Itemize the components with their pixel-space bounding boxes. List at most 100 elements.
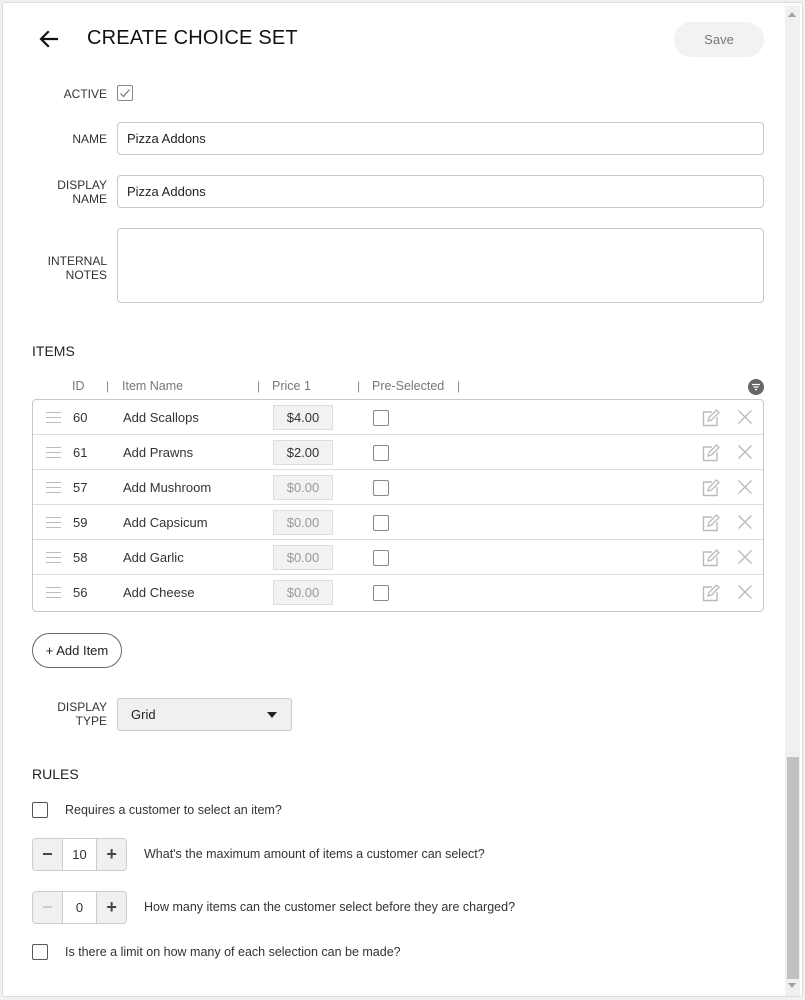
edit-icon[interactable] (701, 583, 721, 603)
limit-each-text: Is there a limit on how many of each sel… (65, 945, 401, 959)
vertical-scrollbar[interactable] (785, 6, 800, 996)
item-id: 59 (73, 515, 88, 530)
increment-button[interactable]: + (97, 892, 126, 923)
column-resize-handle[interactable]: | (106, 379, 109, 393)
items-table: 60 Add Scallops $4.00 61 Add Prawns $2.0… (32, 399, 764, 612)
item-price-field[interactable]: $4.00 (273, 405, 333, 430)
pre-selected-checkbox[interactable] (373, 515, 389, 531)
item-name: Add Cheese (123, 585, 195, 600)
item-name: Add Prawns (123, 445, 194, 460)
display-name-input[interactable] (117, 175, 764, 208)
active-label: ACTIVE (63, 87, 107, 101)
requires-select-text: Requires a customer to select an item? (65, 803, 282, 817)
save-button[interactable]: Save (674, 22, 764, 57)
free-items-text: How many items can the customer select b… (144, 900, 516, 914)
table-row: 61 Add Prawns $2.00 (33, 435, 763, 470)
item-price-field[interactable]: $0.00 (273, 510, 333, 535)
item-name: Add Scallops (123, 410, 199, 425)
item-name: Add Garlic (123, 550, 184, 565)
add-item-button[interactable]: + Add Item (32, 633, 122, 668)
page-title: CREATE CHOICE SET (87, 27, 298, 49)
max-items-value[interactable]: 10 (61, 839, 98, 870)
display-name-label-line1: DISPLAY (57, 178, 107, 192)
column-header-item-name[interactable]: Item Name (122, 379, 183, 393)
display-type-select[interactable]: Grid (117, 698, 292, 731)
edit-icon[interactable] (701, 443, 721, 463)
edit-icon[interactable] (701, 548, 721, 568)
item-name: Add Capsicum (123, 515, 208, 530)
drag-handle-icon[interactable] (46, 587, 61, 598)
checkmark-icon (120, 89, 130, 98)
internal-notes-label-line2: NOTES (65, 268, 107, 282)
item-id: 58 (73, 550, 88, 565)
scroll-down-arrow-icon[interactable] (788, 983, 796, 988)
back-arrow-icon[interactable] (37, 27, 61, 51)
table-row: 57 Add Mushroom $0.00 (33, 470, 763, 505)
table-row: 58 Add Garlic $0.00 (33, 540, 763, 575)
column-resize-handle[interactable]: | (457, 379, 460, 393)
drag-handle-icon[interactable] (46, 412, 61, 423)
decrement-button[interactable]: − (33, 892, 62, 923)
item-price-field[interactable]: $0.00 (273, 545, 333, 570)
display-type-selected-value: Grid (131, 707, 156, 722)
delete-icon[interactable] (737, 584, 753, 600)
increment-button[interactable]: + (97, 839, 126, 870)
column-header-price[interactable]: Price 1 (272, 379, 311, 393)
display-type-label-line1: DISPLAY (57, 700, 107, 714)
item-price-field[interactable]: $2.00 (273, 440, 333, 465)
table-row: 60 Add Scallops $4.00 (33, 400, 763, 435)
drag-handle-icon[interactable] (46, 482, 61, 493)
pre-selected-checkbox[interactable] (373, 585, 389, 601)
column-resize-handle[interactable]: | (357, 379, 360, 393)
edit-icon[interactable] (701, 513, 721, 533)
item-id: 60 (73, 410, 88, 425)
delete-icon[interactable] (737, 444, 753, 460)
pre-selected-checkbox[interactable] (373, 410, 389, 426)
pre-selected-checkbox[interactable] (373, 445, 389, 461)
table-row: 56 Add Cheese $0.00 (33, 575, 763, 610)
pre-selected-checkbox[interactable] (373, 480, 389, 496)
delete-icon[interactable] (737, 514, 753, 530)
column-header-id[interactable]: ID (72, 379, 85, 393)
caret-down-icon (267, 712, 277, 718)
display-type-label-line2: TYPE (75, 714, 107, 728)
name-label: NAME (72, 132, 107, 146)
free-items-stepper: − 0 + (32, 891, 127, 924)
internal-notes-textarea[interactable] (117, 228, 764, 303)
item-price-field[interactable]: $0.00 (273, 580, 333, 605)
item-name: Add Mushroom (123, 480, 212, 495)
item-id: 57 (73, 480, 88, 495)
pre-selected-checkbox[interactable] (373, 550, 389, 566)
edit-icon[interactable] (701, 408, 721, 428)
name-input[interactable] (117, 122, 764, 155)
column-filter-icon[interactable] (748, 379, 764, 395)
internal-notes-label: INTERNAL NOTES (27, 254, 107, 282)
drag-handle-icon[interactable] (46, 447, 61, 458)
item-price-field[interactable]: $0.00 (273, 475, 333, 500)
scroll-up-arrow-icon[interactable] (788, 12, 796, 17)
column-resize-handle[interactable]: | (257, 379, 260, 393)
display-name-label: DISPLAY NAME (27, 178, 107, 206)
item-id: 56 (73, 585, 88, 600)
decrement-button[interactable]: − (33, 839, 62, 870)
delete-icon[interactable] (737, 409, 753, 425)
items-section-title: ITEMS (32, 343, 75, 359)
requires-select-checkbox[interactable] (32, 802, 48, 818)
max-items-stepper: − 10 + (32, 838, 127, 871)
active-checkbox[interactable] (117, 85, 133, 101)
page-container: CREATE CHOICE SET Save ACTIVE NAME DISPL… (2, 2, 803, 997)
item-id: 61 (73, 445, 88, 460)
display-type-label: DISPLAY TYPE (27, 700, 107, 728)
drag-handle-icon[interactable] (46, 517, 61, 528)
column-header-pre-selected[interactable]: Pre-Selected (372, 379, 444, 393)
scrollbar-thumb[interactable] (787, 757, 799, 979)
edit-icon[interactable] (701, 478, 721, 498)
drag-handle-icon[interactable] (46, 552, 61, 563)
max-items-text: What's the maximum amount of items a cus… (144, 847, 485, 861)
display-name-label-line2: NAME (72, 192, 107, 206)
delete-icon[interactable] (737, 479, 753, 495)
delete-icon[interactable] (737, 549, 753, 565)
free-items-value[interactable]: 0 (61, 892, 98, 923)
limit-each-checkbox[interactable] (32, 944, 48, 960)
internal-notes-label-line1: INTERNAL (47, 254, 107, 268)
